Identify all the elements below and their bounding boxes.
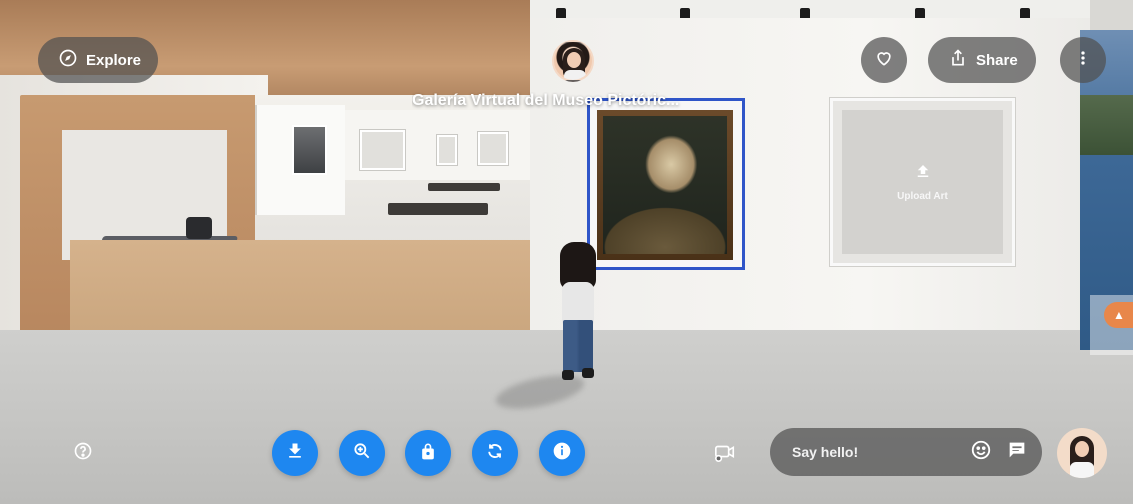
compass-icon [58, 48, 78, 72]
emoji-icon[interactable] [970, 439, 992, 466]
help-icon [73, 441, 93, 466]
download-icon [285, 441, 305, 466]
zoom-in-icon [352, 441, 372, 466]
distant-frame[interactable] [437, 135, 457, 165]
side-panel-badge[interactable]: ▲ [1104, 302, 1133, 328]
avatar-character-foot [562, 370, 574, 380]
corridor-bench [428, 183, 500, 191]
sync-icon [485, 441, 505, 466]
zoom-button[interactable] [339, 430, 385, 476]
upload-art-label: Upload Art [897, 191, 948, 202]
lock-icon [418, 441, 438, 466]
avatar-character-legs [563, 320, 593, 372]
more-options-button[interactable] [1060, 37, 1106, 83]
camera-switch-button[interactable] [710, 440, 740, 468]
rotate-button[interactable] [472, 430, 518, 476]
camera-switch-icon [713, 441, 737, 468]
chat-icon[interactable] [1006, 439, 1028, 466]
upload-icon [914, 162, 932, 185]
heart-icon [874, 48, 894, 73]
avatar-face [567, 52, 581, 68]
chat-actions [970, 439, 1028, 466]
upload-art-placeholder[interactable]: Upload Art [842, 110, 1003, 254]
like-button[interactable] [861, 37, 907, 83]
more-vertical-icon [1073, 48, 1093, 73]
info-button[interactable] [539, 430, 585, 476]
portrait-canvas [603, 116, 727, 254]
upload-art-frame[interactable]: Upload Art [830, 98, 1015, 266]
distant-frame[interactable] [478, 132, 508, 165]
share-label: Share [976, 51, 1018, 69]
avatar-face [1075, 441, 1089, 457]
help-button[interactable] [60, 430, 106, 476]
distant-painting[interactable] [292, 125, 327, 175]
chat-bar [770, 428, 1042, 476]
user-avatar[interactable] [1057, 428, 1107, 478]
portrait-painting[interactable] [597, 110, 733, 260]
host-avatar[interactable] [552, 40, 594, 82]
avatar-character-foot [582, 368, 594, 378]
gallery-title: Galería Virtual del Museo Pictóric... [412, 92, 680, 109]
explore-label: Explore [86, 51, 142, 69]
avatar-shirt [1070, 462, 1094, 478]
bench-cushion [186, 217, 212, 239]
explore-button[interactable]: Explore [38, 37, 159, 83]
corridor-bench [388, 203, 488, 215]
chat-input[interactable] [792, 444, 942, 460]
avatar-character-body [562, 282, 594, 324]
outside-hill [1080, 95, 1133, 155]
download-button[interactable] [272, 430, 318, 476]
info-icon [552, 441, 572, 466]
share-button[interactable]: Share [928, 37, 1036, 83]
lock-button[interactable] [405, 430, 451, 476]
share-icon [948, 48, 968, 72]
distant-frame[interactable] [360, 130, 405, 170]
